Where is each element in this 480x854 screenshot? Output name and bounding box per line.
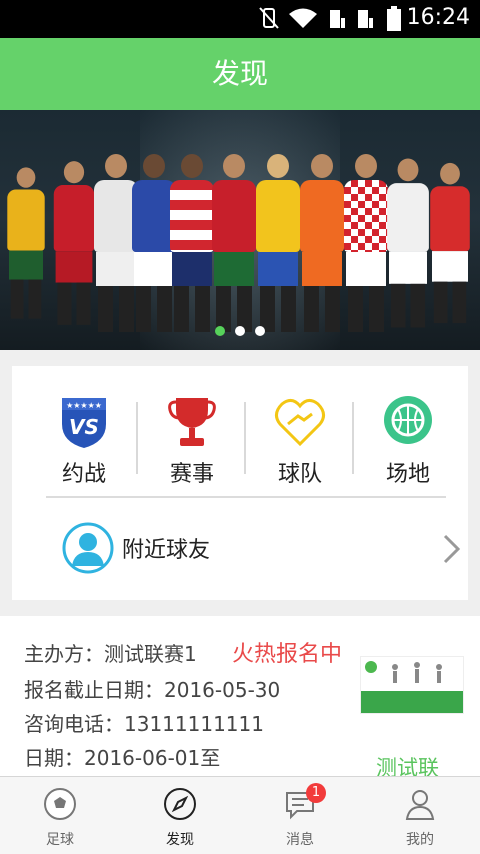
divider bbox=[352, 402, 354, 474]
wifi-icon bbox=[289, 8, 317, 28]
handshake-icon bbox=[275, 399, 325, 447]
basketball-icon bbox=[384, 396, 432, 444]
page-title: 发现 bbox=[0, 38, 480, 110]
event-list-item[interactable]: 主办方：测试联赛1 火热报名中 报名截止日期：2016-05-30 咨询电话：1… bbox=[0, 616, 480, 780]
svg-text:★★★★★: ★★★★★ bbox=[66, 401, 102, 410]
event-thumbnail[interactable] bbox=[360, 656, 464, 714]
carousel-dot-active[interactable] bbox=[215, 326, 225, 336]
unread-badge: 1 bbox=[306, 783, 326, 803]
tab-label: 消息 bbox=[286, 832, 314, 848]
nearby-players-label: 附近球友 bbox=[122, 538, 211, 563]
banner-player bbox=[344, 154, 388, 332]
menu-item-label: 球队 bbox=[277, 462, 322, 487]
event-phone: 咨询电话：13111111111 bbox=[24, 712, 264, 736]
compass-icon bbox=[164, 788, 196, 820]
soccer-ball-icon bbox=[44, 788, 76, 820]
chevron-right-icon bbox=[443, 534, 461, 564]
status-bar: 16:24 bbox=[0, 0, 480, 38]
divider bbox=[46, 496, 446, 498]
bottom-tab-bar: 足球 发现 1 消息 我的 bbox=[0, 776, 480, 854]
menu-item-label: 约战 bbox=[61, 462, 106, 487]
divider bbox=[244, 402, 246, 474]
discover-menu-card: ★★★★★ VS 约战 赛事 球队 场地 附近球友 bbox=[12, 366, 468, 600]
event-thumbnail-field bbox=[361, 691, 463, 713]
event-date: 日期：2016-06-01至 bbox=[24, 746, 221, 770]
carousel-dot[interactable] bbox=[255, 326, 265, 336]
divider bbox=[136, 402, 138, 474]
banner-player bbox=[387, 158, 429, 328]
tab-label: 足球 bbox=[46, 832, 74, 848]
banner-player bbox=[170, 154, 214, 332]
menu-item-teams[interactable]: 球队 bbox=[250, 394, 350, 488]
signal-sim1-icon bbox=[330, 10, 345, 28]
vibrate-off-icon bbox=[259, 7, 279, 29]
trophy-icon bbox=[168, 398, 216, 446]
menu-item-events[interactable]: 赛事 bbox=[142, 394, 242, 488]
carousel-dot[interactable] bbox=[235, 326, 245, 336]
person-icon bbox=[405, 790, 435, 820]
tab-discover[interactable]: 发现 bbox=[140, 787, 220, 849]
tab-profile[interactable]: 我的 bbox=[380, 787, 460, 849]
battery-icon bbox=[387, 6, 401, 31]
vs-shield-icon: ★★★★★ VS bbox=[62, 398, 106, 448]
carousel-indicator bbox=[0, 321, 480, 340]
signal-sim2-icon bbox=[358, 10, 373, 28]
tab-label: 发现 bbox=[166, 832, 194, 848]
banner-player bbox=[53, 161, 95, 325]
status-badge: 火热报名中 bbox=[232, 642, 343, 667]
menu-item-label: 赛事 bbox=[169, 462, 214, 487]
event-organizer: 主办方：测试联赛1 bbox=[24, 642, 197, 666]
svg-text:VS: VS bbox=[69, 415, 99, 439]
menu-item-challenge[interactable]: ★★★★★ VS 约战 bbox=[34, 394, 134, 488]
nearby-players-row[interactable]: 附近球友 bbox=[62, 522, 462, 574]
menu-item-label: 场地 bbox=[385, 462, 430, 487]
user-avatar-icon bbox=[62, 522, 114, 574]
banner-player bbox=[430, 162, 470, 324]
banner-carousel[interactable] bbox=[0, 110, 480, 350]
banner-player bbox=[7, 167, 45, 319]
tab-messages[interactable]: 1 消息 bbox=[260, 783, 340, 849]
event-deadline: 报名截止日期：2016-05-30 bbox=[24, 678, 281, 702]
banner-player bbox=[212, 154, 256, 332]
banner-player bbox=[300, 154, 344, 332]
menu-item-venues[interactable]: 场地 bbox=[358, 394, 458, 488]
banner-player bbox=[256, 154, 300, 332]
clock: 16:24 bbox=[406, 5, 470, 30]
tab-football[interactable]: 足球 bbox=[20, 787, 100, 849]
tab-label: 我的 bbox=[406, 832, 434, 848]
